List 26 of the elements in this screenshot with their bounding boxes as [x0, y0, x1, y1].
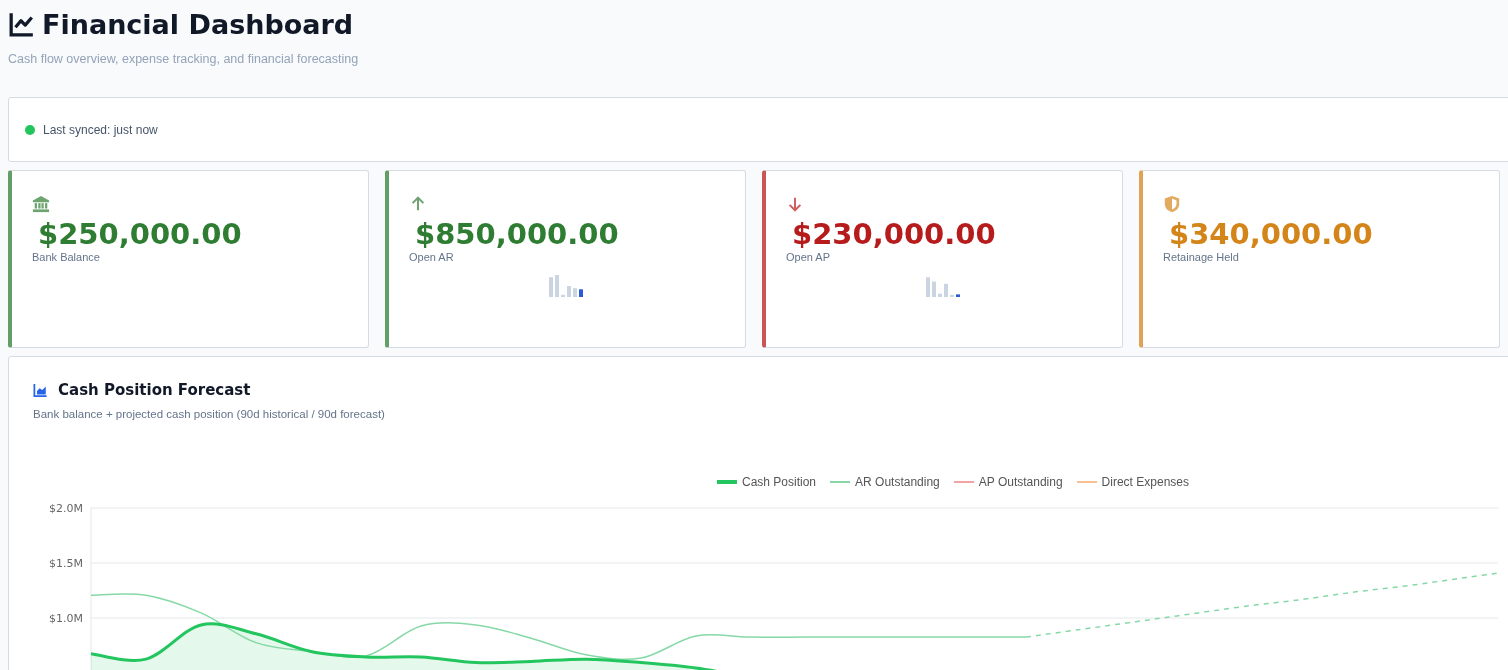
metric-label: Retainage Held [1163, 251, 1240, 263]
chart-title: Cash Position Forecast [58, 381, 251, 399]
bank-icon [32, 195, 50, 213]
metric-label: Open AR [409, 251, 455, 263]
metric-value: $340,000.00 [1169, 217, 1374, 251]
legend-label[interactable]: AP Outstanding [978, 475, 1063, 489]
y-axis-label: $1.5M [49, 557, 83, 570]
metric-label: Bank Balance [32, 251, 101, 263]
line-chart-icon [8, 11, 36, 37]
area-chart-icon [33, 383, 48, 397]
metric-value: $850,000.00 [415, 217, 620, 251]
metric-label: Open AP [786, 251, 832, 263]
metric-value: $250,000.00 [38, 217, 243, 251]
legend-label[interactable]: Cash Position [742, 475, 817, 489]
page-subtitle: Cash flow overview, expense tracking, and financial forecasting [8, 52, 360, 66]
page-title: Financial Dashboard [42, 8, 354, 40]
arrow-up-icon [409, 195, 427, 213]
chart-subtitle: Bank balance + projected cash position (90d historical / 90d forecast) [33, 408, 386, 420]
y-axis-label: $2.0M [49, 502, 83, 515]
metric-value: $230,000.00 [792, 217, 997, 251]
shield-icon [1163, 195, 1181, 213]
y-axis-label: $1.0M [49, 612, 83, 625]
legend-label[interactable]: Direct Expenses [1101, 475, 1189, 489]
arrow-down-icon [786, 195, 804, 213]
legend-label[interactable]: AR Outstanding [855, 475, 940, 489]
sync-status-text: Last synced: just now [43, 122, 158, 137]
